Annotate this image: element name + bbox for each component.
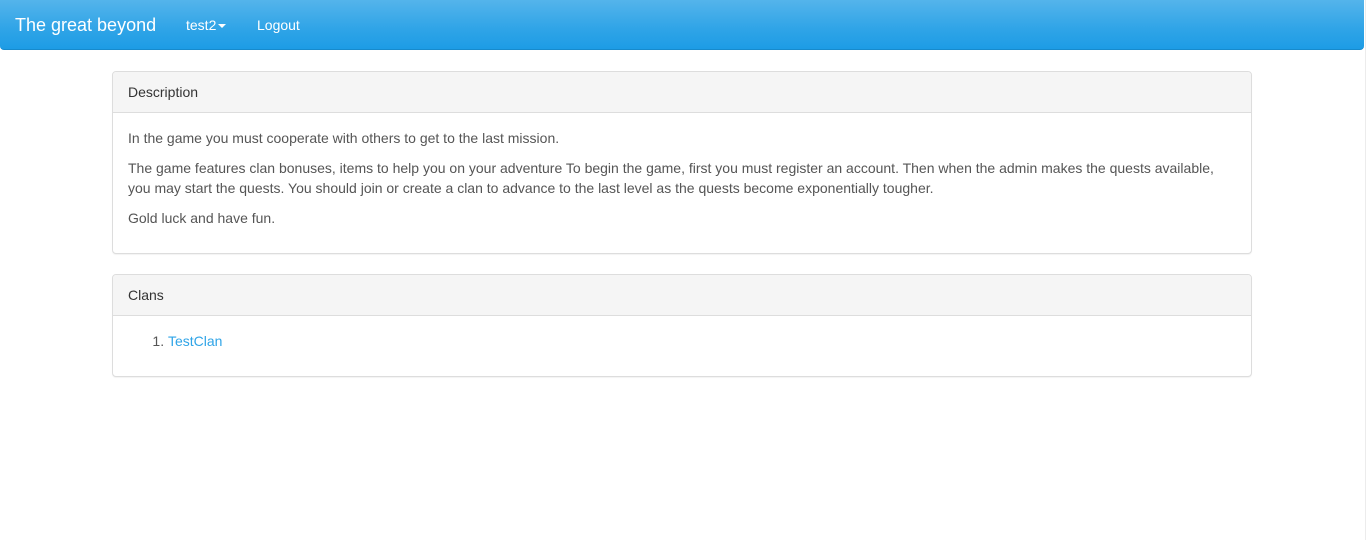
description-paragraph: In the game you must cooperate with othe… — [128, 130, 560, 146]
description-panel-body: In the game you must cooperate with othe… — [113, 113, 1251, 253]
description-paragraph: The game features clan bonuses, items to… — [128, 160, 1214, 196]
caret-down-icon — [218, 24, 227, 29]
clan-list: TestClan — [128, 331, 1236, 351]
description-panel: Description In the game you must coopera… — [112, 71, 1252, 254]
brand-link[interactable]: The great beyond — [15, 14, 156, 36]
user-menu-label: test2 — [186, 17, 217, 33]
list-item: TestClan — [168, 331, 1236, 351]
clans-panel-heading: Clans — [113, 275, 1251, 316]
clans-panel-body: TestClan — [113, 316, 1251, 366]
description-panel-heading: Description — [113, 72, 1251, 113]
user-menu-dropdown[interactable]: test2 — [186, 17, 227, 34]
clans-panel: Clans TestClan — [112, 274, 1252, 377]
logout-link[interactable]: Logout — [257, 17, 300, 34]
clan-link-testclan[interactable]: TestClan — [168, 333, 222, 349]
navbar: The great beyond test2 Logout — [0, 0, 1364, 50]
description-paragraph: Gold luck and have fun. — [128, 210, 276, 226]
